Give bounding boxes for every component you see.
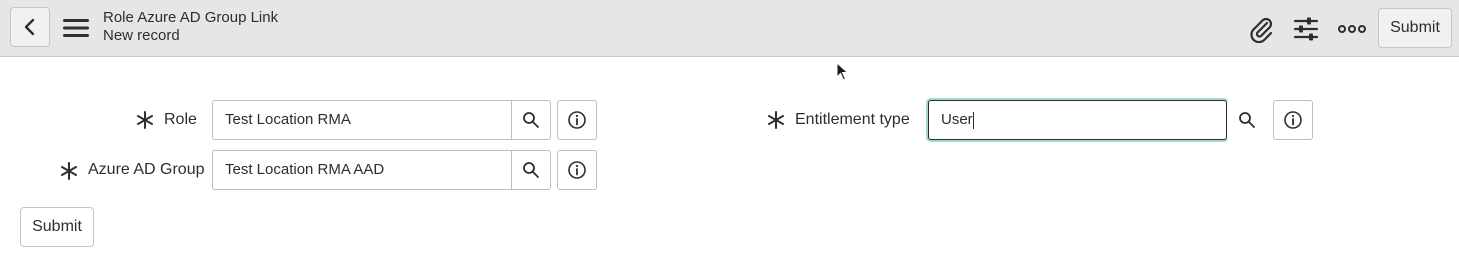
mouse-cursor-icon: [836, 62, 849, 81]
attachment-button[interactable]: [1246, 14, 1276, 44]
record-status: New record: [103, 27, 180, 44]
entitlement-type-label: Entitlement type: [795, 111, 910, 128]
table-name: Role Azure AD Group Link: [103, 9, 279, 26]
role-input[interactable]: Test Location RMA: [212, 100, 512, 140]
azure-ad-group-label: Azure AD Group: [88, 161, 205, 178]
form-submit-button[interactable]: Submit: [20, 207, 94, 247]
paperclip-icon: [1250, 17, 1273, 43]
entitlement-type-lookup-button[interactable]: [1227, 100, 1267, 140]
entitlement-type-info-button[interactable]: [1273, 100, 1313, 140]
search-icon: [523, 162, 539, 178]
azure-ad-group-lookup-button[interactable]: [511, 150, 551, 190]
info-icon: [568, 161, 586, 179]
entitlement-type-input[interactable]: User: [928, 100, 1227, 140]
required-asterisk-icon: [768, 111, 784, 129]
form-header: Role Azure AD Group Link New record Subm…: [0, 0, 1459, 57]
sliders-icon: [1293, 17, 1319, 41]
search-icon: [1239, 112, 1255, 128]
role-label: Role: [164, 111, 197, 128]
more-options-button[interactable]: [1337, 14, 1367, 44]
form-title: Role Azure AD Group Link New record: [103, 9, 278, 45]
context-menu-button[interactable]: [62, 14, 90, 42]
required-asterisk-icon: [137, 111, 153, 129]
search-icon: [523, 112, 539, 128]
required-asterisk-icon: [61, 162, 77, 180]
chevron-left-icon: [24, 18, 35, 36]
azure-ad-group-input[interactable]: Test Location RMA AAD: [212, 150, 512, 190]
role-lookup-button[interactable]: [511, 100, 551, 140]
header-submit-button[interactable]: Submit: [1378, 8, 1452, 48]
azure-ad-group-info-button[interactable]: [557, 150, 597, 190]
info-icon: [1284, 111, 1302, 129]
text-caret: [972, 111, 974, 129]
info-icon: [568, 111, 586, 129]
back-button[interactable]: [10, 7, 50, 47]
role-info-button[interactable]: [557, 100, 597, 140]
personalize-form-button[interactable]: [1291, 14, 1321, 44]
more-options-icon: [1338, 25, 1366, 33]
hamburger-menu-icon: [63, 19, 89, 37]
entitlement-type-value: User: [941, 111, 973, 128]
